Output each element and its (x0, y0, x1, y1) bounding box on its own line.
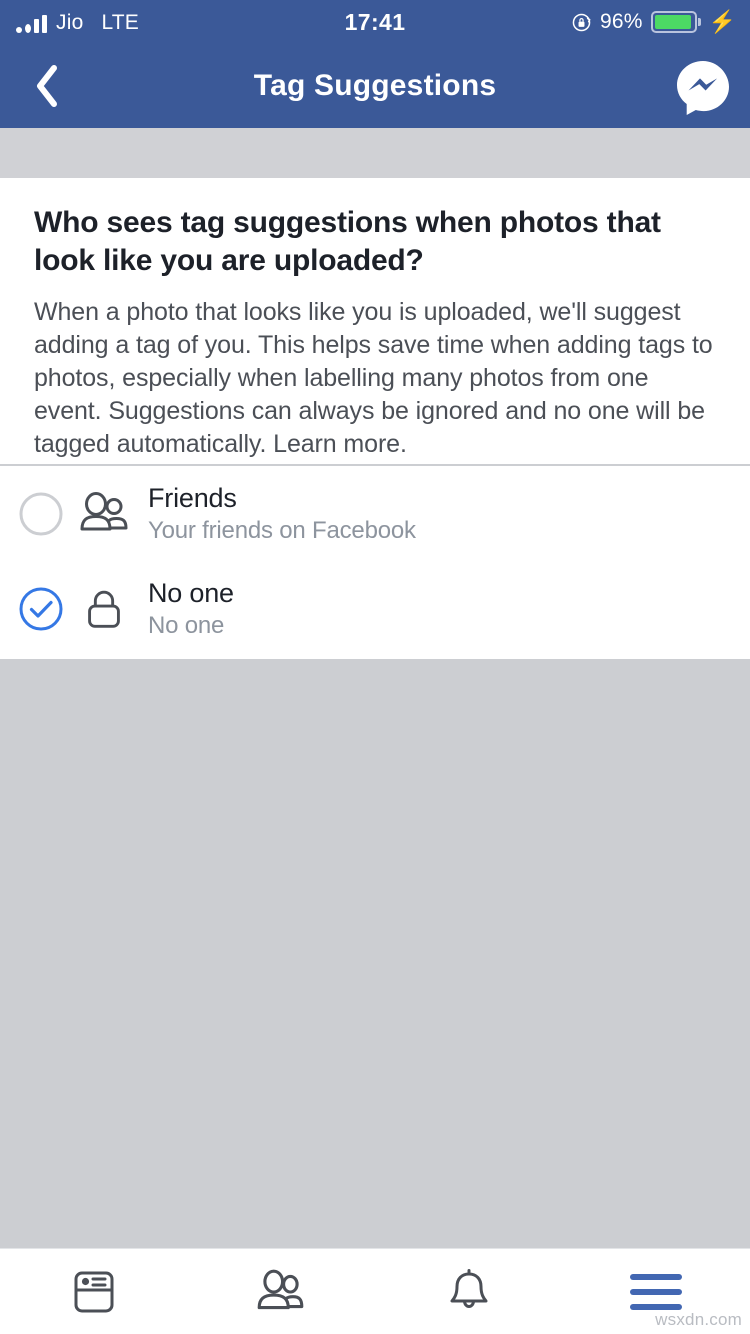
section-spacer-top (0, 128, 750, 178)
option-text-no-one: No one No one (148, 577, 234, 641)
lock-icon (78, 583, 130, 635)
tab-friends[interactable] (188, 1249, 376, 1334)
option-subtitle: No one (148, 611, 225, 639)
tab-notifications[interactable] (375, 1249, 563, 1334)
tab-news-feed[interactable] (0, 1249, 188, 1334)
watermark: wsxdn.com (655, 1310, 742, 1329)
friends-icon (78, 488, 130, 540)
menu-hamburger-icon (630, 1273, 683, 1310)
status-bar-left: Jio LTE (16, 12, 139, 33)
carrier-label: Jio (56, 10, 84, 34)
status-bar-right: 96% ⚡ (571, 10, 736, 34)
option-title: No one (148, 577, 234, 608)
info-heading: Who sees tag suggestions when photos tha… (34, 206, 661, 277)
info-body: When a photo that looks like you is uplo… (34, 298, 713, 458)
signal-bars-icon (16, 14, 47, 33)
friends-icon (257, 1269, 304, 1309)
clock-label: 17:41 (344, 8, 406, 35)
news-feed-icon (74, 1271, 114, 1312)
chevron-left-icon (37, 65, 57, 107)
navigation-bar: Tag Suggestions (0, 44, 750, 128)
status-bar: Jio LTE 17:41 96% ⚡ (0, 0, 750, 44)
notifications-bell-icon (450, 1268, 488, 1308)
radio-selected-icon[interactable] (18, 586, 64, 632)
option-title: Friends (148, 482, 237, 513)
messenger-button[interactable] (674, 57, 732, 115)
option-text-friends: Friends Your friends on Facebook (148, 482, 416, 546)
battery-icon (650, 11, 701, 33)
bottom-tab-bar (0, 1248, 750, 1334)
option-row-friends[interactable]: Friends Your friends on Facebook (0, 466, 750, 561)
radio-unselected-icon[interactable] (18, 491, 64, 537)
option-subtitle: Your friends on Facebook (148, 516, 416, 544)
info-card: Who sees tag suggestions when photos tha… (0, 178, 750, 485)
network-type-label: LTE (101, 10, 140, 34)
empty-content-area (0, 661, 750, 1248)
phone-screen: Jio LTE 17:41 96% ⚡ Tag Suggestions Who … (0, 0, 750, 1334)
charging-bolt-icon: ⚡ (708, 9, 736, 34)
back-button[interactable] (20, 56, 74, 116)
option-row-no-one[interactable]: No one No one (0, 561, 750, 656)
battery-percent-label: 96% (599, 10, 643, 33)
page-title: Tag Suggestions (253, 69, 497, 102)
messenger-icon (677, 61, 729, 115)
rotation-lock-icon (572, 13, 591, 31)
